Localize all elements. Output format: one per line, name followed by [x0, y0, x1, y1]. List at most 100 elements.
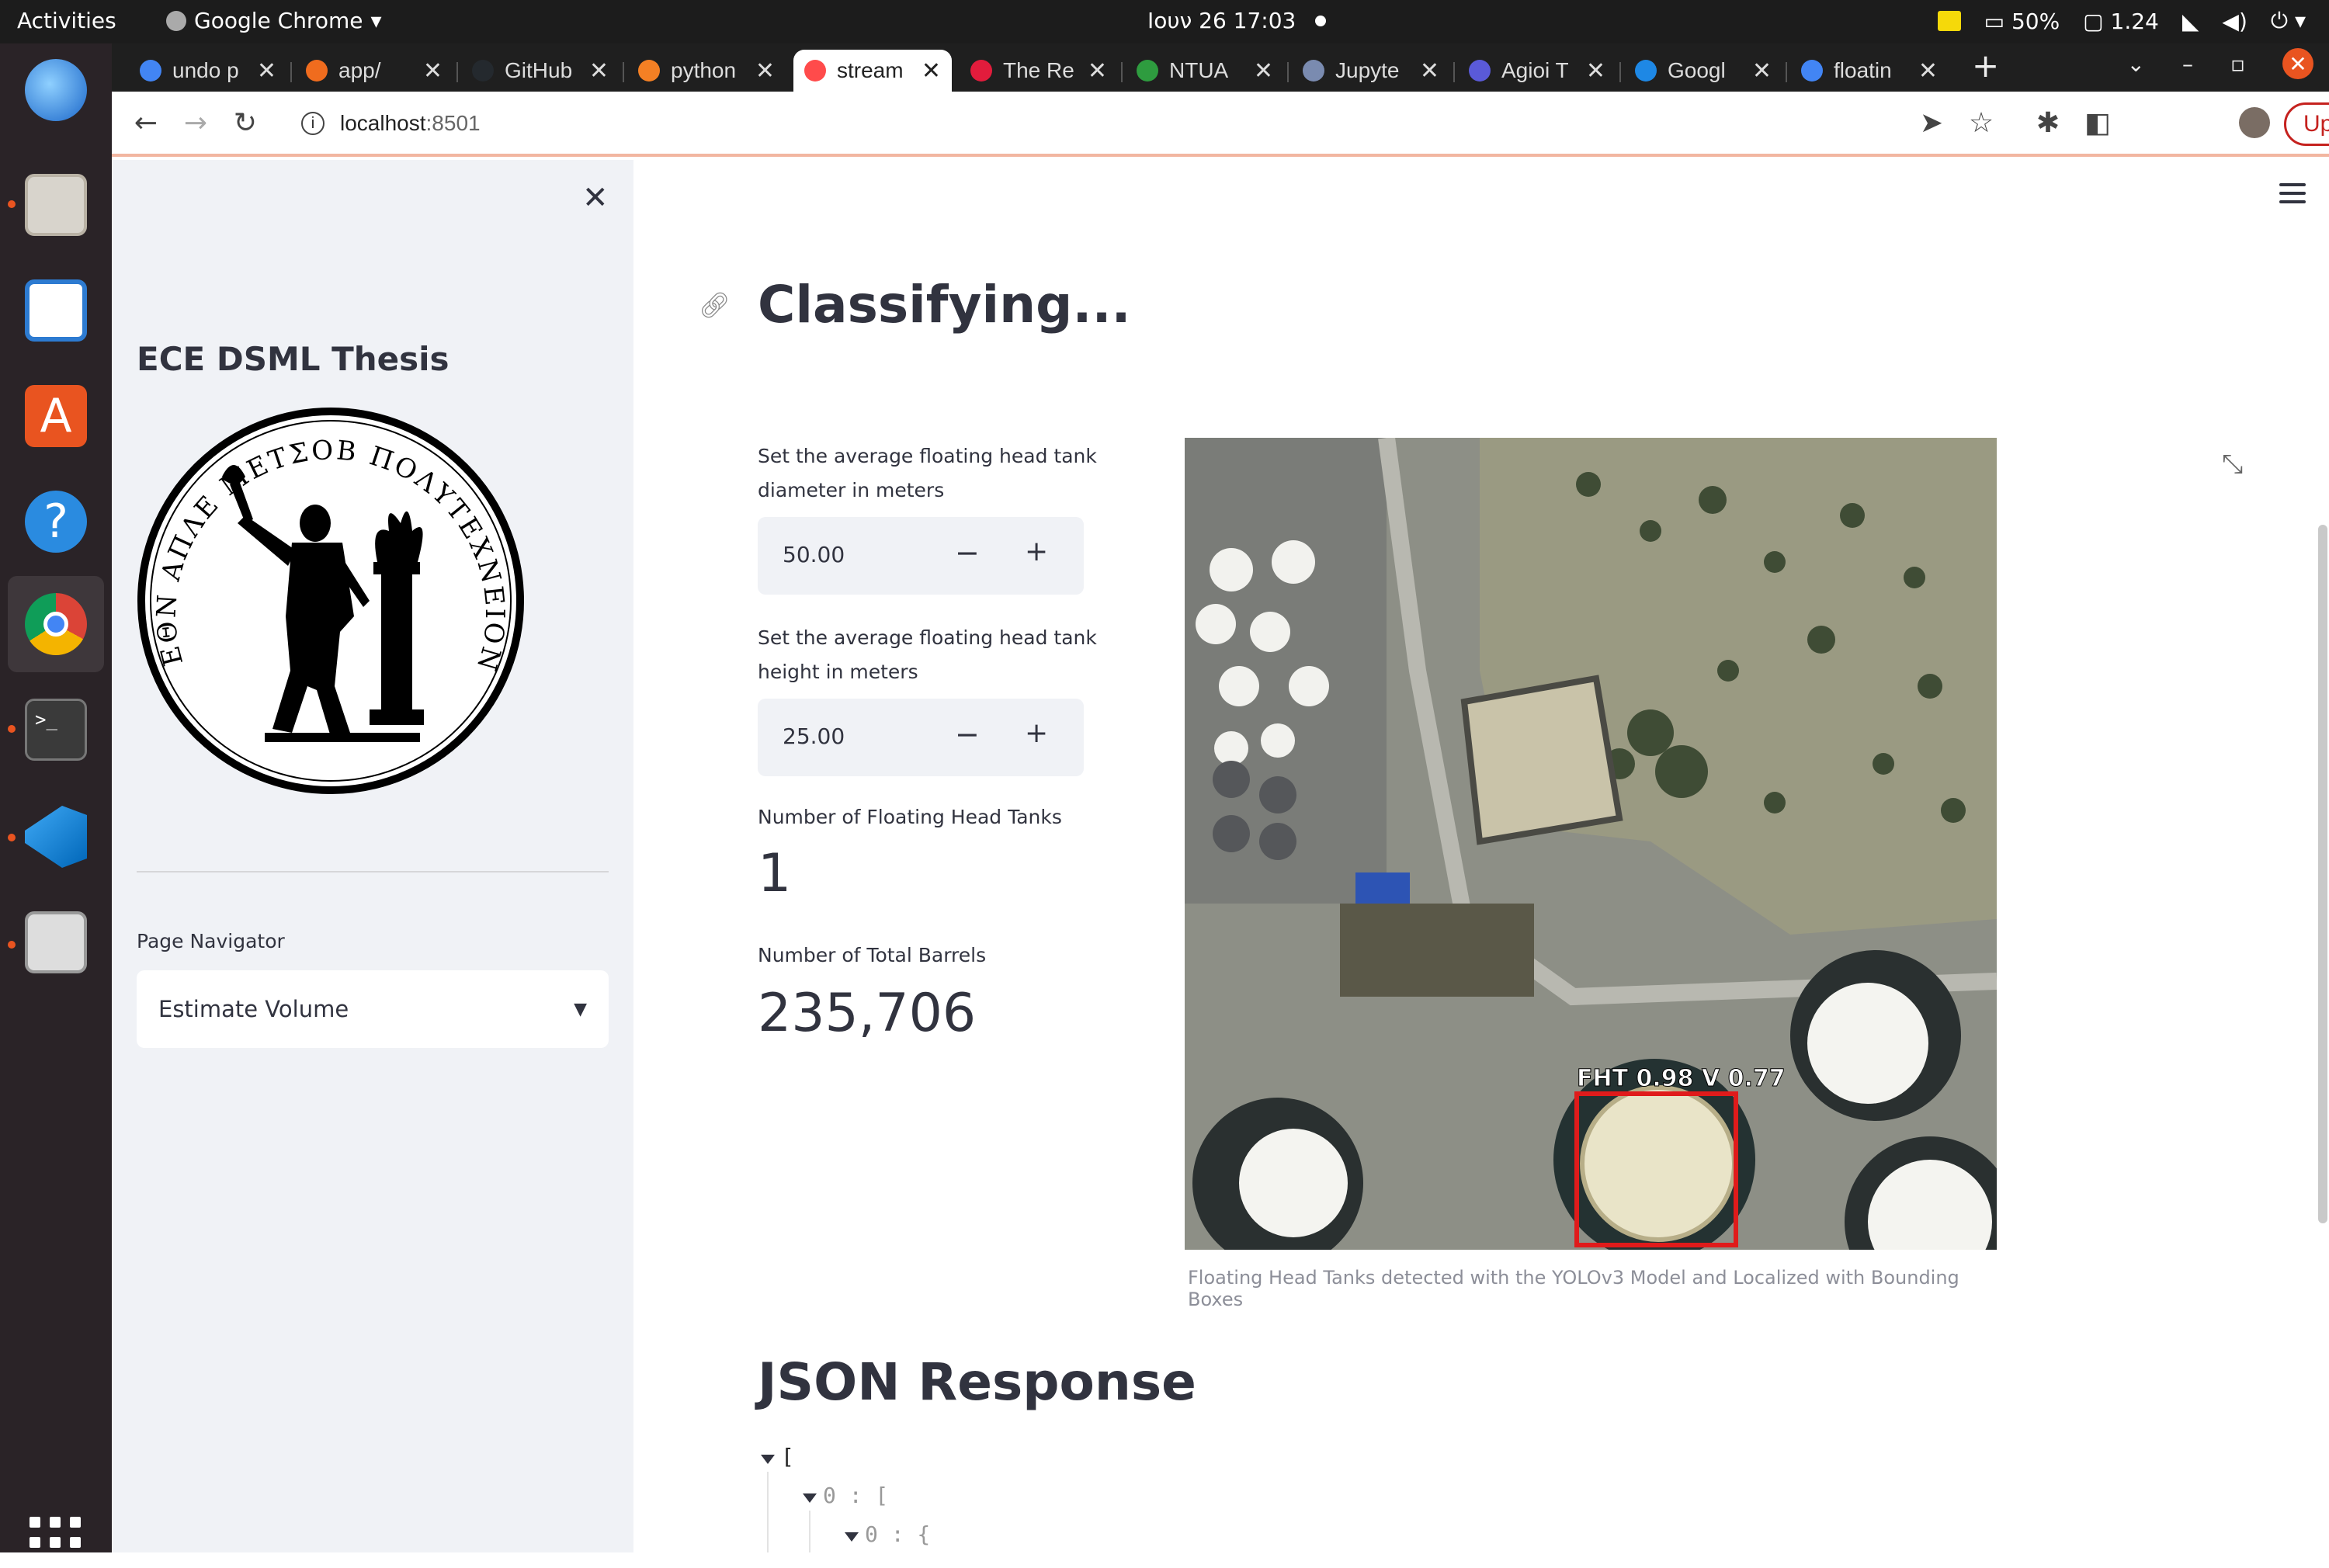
profile-avatar[interactable]: [2239, 107, 2270, 138]
close-tab-icon[interactable]: ✕: [1088, 57, 1107, 85]
volume-icon[interactable]: ◀): [2222, 9, 2247, 34]
main-scrollbar[interactable]: [2318, 525, 2327, 1223]
dock: A ? >_: [0, 43, 112, 1568]
close-tab-icon[interactable]: ✕: [755, 57, 775, 85]
activities-button[interactable]: Activities: [17, 8, 116, 33]
tab-favicon-icon: [1137, 60, 1158, 82]
help-icon[interactable]: ?: [19, 484, 93, 559]
image-caption: Floating Head Tanks detected with the YO…: [1188, 1267, 1959, 1310]
collapse-caret-icon[interactable]: [803, 1493, 817, 1503]
close-tab-icon[interactable]: ✕: [1918, 57, 1938, 85]
json-item-0[interactable]: 0 : [: [803, 1483, 888, 1508]
browser-tab[interactable]: floatin ✕: [1790, 50, 1949, 92]
close-tab-icon[interactable]: ✕: [257, 57, 276, 85]
tab-title: undo p: [172, 58, 239, 82]
collapse-caret-icon[interactable]: [845, 1532, 859, 1542]
minimize-button[interactable]: –: [2182, 51, 2193, 77]
power-icon[interactable]: ⏻ ▾: [2271, 8, 2306, 34]
anchor-link-icon[interactable]: 🔗︎: [699, 290, 731, 320]
running-indicator: [8, 834, 16, 841]
wifi-icon[interactable]: ◣: [2182, 9, 2199, 34]
browser-tab[interactable]: GitHub ✕: [461, 50, 620, 92]
image-viewer-icon[interactable]: [19, 905, 93, 980]
json-guide-line: [809, 1511, 810, 1552]
send-icon[interactable]: ➤: [1914, 106, 1949, 140]
fullscreen-expand-icon[interactable]: ⤡: [2222, 449, 2243, 480]
display-indicator[interactable]: ▢ 1.24: [2083, 9, 2159, 34]
height-increment-button[interactable]: +: [1025, 717, 1048, 749]
app-menu[interactable]: Google Chrome ▾: [166, 8, 382, 33]
json-response-heading: JSON Response: [758, 1352, 1196, 1412]
sticky-notes-icon[interactable]: [1937, 11, 1961, 31]
height-value[interactable]: 25.00: [783, 723, 845, 749]
software-center-icon[interactable]: A: [19, 379, 93, 453]
barrels-metric-label: Number of Total Barrels: [758, 944, 987, 966]
browser-tab[interactable]: NTUA ✕: [1126, 50, 1284, 92]
tab-title: NTUA: [1169, 58, 1229, 82]
tab-separator: [1453, 62, 1455, 82]
browser-tab[interactable]: stream ✕: [793, 50, 952, 92]
browser-tab[interactable]: Agioi T ✕: [1458, 50, 1616, 92]
diameter-value[interactable]: 50.00: [783, 542, 845, 567]
collapse-caret-icon[interactable]: [761, 1455, 775, 1464]
close-window-button[interactable]: ✕: [2282, 48, 2313, 79]
close-sidebar-icon[interactable]: ✕: [582, 180, 609, 216]
update-button[interactable]: Update ⋮: [2284, 102, 2329, 146]
site-info-icon[interactable]: i: [301, 112, 325, 135]
page-navigator-select[interactable]: Estimate Volume ▼: [137, 970, 609, 1048]
battery-indicator[interactable]: ▭ 50%: [1984, 9, 2060, 34]
forward-button[interactable]: →: [179, 106, 213, 140]
tab-favicon-icon: [1801, 60, 1823, 82]
bookmark-star-icon[interactable]: ☆: [1964, 106, 1998, 140]
close-tab-icon[interactable]: ✕: [1254, 57, 1273, 85]
files-icon[interactable]: [19, 168, 93, 242]
new-tab-button[interactable]: +: [1972, 47, 1999, 85]
browser-tab[interactable]: Jupyte ✕: [1292, 50, 1450, 92]
ntua-seal-logo: ΕΘΝ ΑΠΛΕ ΜΕΤΣΟΒ ΠΟΛΥΤΕΧΝΕΙΟΝ ΠΥΡΦΟΡΟΣ ΠΡ…: [137, 407, 524, 794]
tanks-metric-label: Number of Floating Head Tanks: [758, 806, 1062, 828]
json-item-0-0[interactable]: 0 : {: [845, 1521, 930, 1547]
chevron-down-icon: ▼: [574, 999, 587, 1019]
tab-separator: [1619, 62, 1621, 82]
browser-tab[interactable]: python ✕: [627, 50, 786, 92]
tab-title: app/: [338, 58, 381, 82]
back-button[interactable]: ←: [129, 106, 163, 140]
browser-tab[interactable]: The Re ✕: [960, 50, 1118, 92]
side-panel-icon[interactable]: ◧: [2081, 106, 2115, 140]
system-tray[interactable]: ▭ 50% ▢ 1.24 ◣ ◀) ⏻ ▾: [1937, 8, 2306, 34]
browser-tab[interactable]: Googl ✕: [1624, 50, 1782, 92]
browser-tab[interactable]: undo p ✕: [129, 50, 287, 92]
libreoffice-writer-icon[interactable]: [19, 273, 93, 348]
thunderbird-icon[interactable]: [19, 53, 93, 127]
diameter-input[interactable]: 50.00 − +: [758, 517, 1084, 595]
diameter-decrement-button[interactable]: −: [955, 536, 980, 570]
height-input[interactable]: 25.00 − +: [758, 699, 1084, 776]
reload-button[interactable]: ↻: [228, 106, 262, 140]
json-root[interactable]: [: [761, 1444, 794, 1469]
close-tab-icon[interactable]: ✕: [922, 57, 941, 85]
close-tab-icon[interactable]: ✕: [423, 57, 443, 85]
main-menu-icon[interactable]: [2279, 183, 2306, 209]
window-controls: ⌄ – ▫ ✕: [2127, 48, 2313, 79]
vscode-icon[interactable]: [19, 800, 93, 874]
tab-search-icon[interactable]: ⌄: [2127, 51, 2145, 77]
height-decrement-button[interactable]: −: [955, 717, 980, 751]
chrome-icon[interactable]: [8, 576, 104, 672]
clock[interactable]: Ιουν 26 17:03: [1147, 8, 1296, 33]
browser-tab[interactable]: app/ ✕: [295, 50, 453, 92]
terminal-icon[interactable]: >_: [19, 692, 93, 767]
close-tab-icon[interactable]: ✕: [1586, 57, 1605, 85]
json-guide-line: [767, 1472, 769, 1552]
maximize-button[interactable]: ▫: [2230, 51, 2245, 77]
show-applications-icon[interactable]: [30, 1517, 81, 1568]
running-indicator: [8, 725, 16, 733]
close-tab-icon[interactable]: ✕: [1420, 57, 1439, 85]
chrome-app-icon: [166, 10, 186, 31]
close-tab-icon[interactable]: ✕: [589, 57, 609, 85]
extensions-icon[interactable]: ✱: [2031, 106, 2065, 140]
tab-favicon-icon: [140, 60, 161, 82]
close-tab-icon[interactable]: ✕: [1752, 57, 1772, 85]
tab-title: python: [671, 58, 737, 82]
diameter-increment-button[interactable]: +: [1025, 536, 1048, 567]
address-bar[interactable]: i localhost:8501: [281, 99, 2012, 147]
